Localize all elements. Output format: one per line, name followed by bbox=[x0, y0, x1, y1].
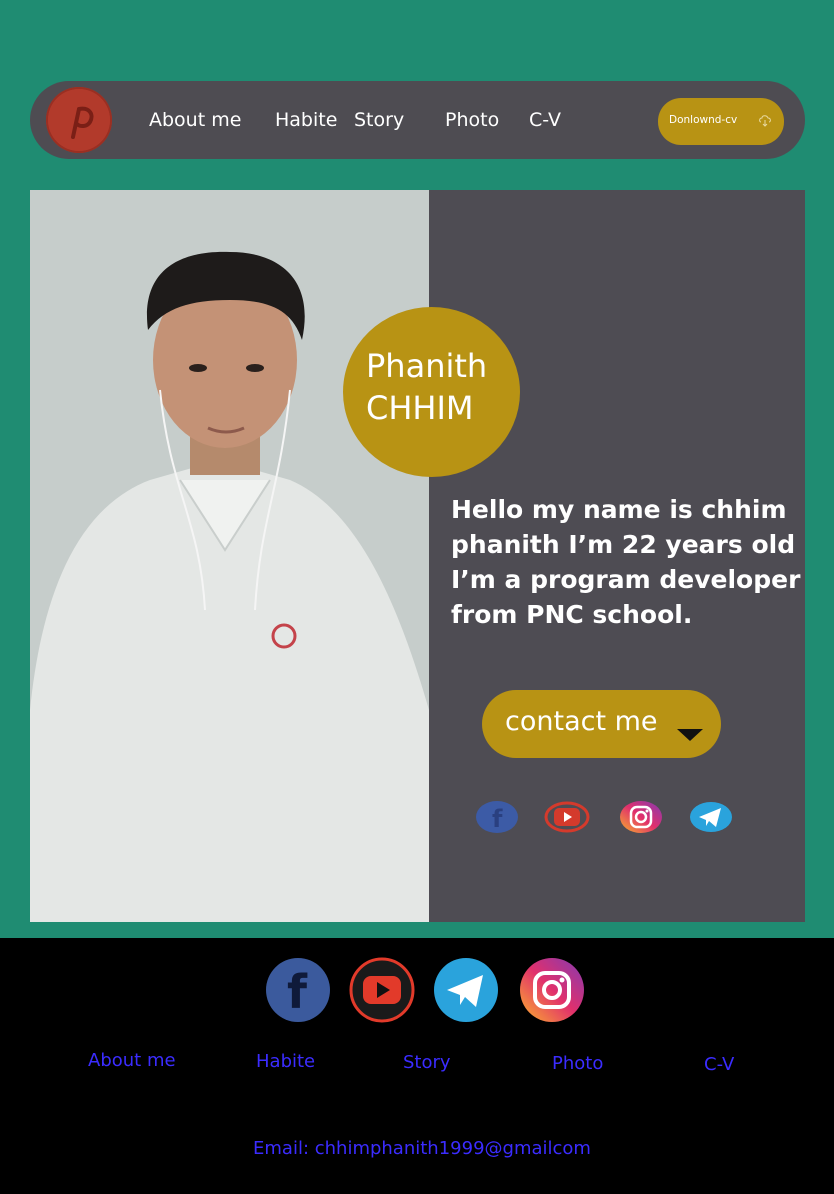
footer-link-photo[interactable]: Photo bbox=[552, 1053, 603, 1074]
download-icon bbox=[759, 115, 771, 127]
svg-text:f: f bbox=[492, 805, 503, 833]
caret-down-icon bbox=[677, 729, 703, 741]
footer-link-habite[interactable]: Habite bbox=[256, 1051, 315, 1072]
portrait-photo bbox=[30, 190, 429, 922]
telegram-icon[interactable] bbox=[433, 957, 499, 1023]
name-badge: Phanith CHHIM bbox=[343, 307, 520, 477]
nav-story[interactable]: Story bbox=[354, 109, 404, 131]
youtube-icon[interactable] bbox=[349, 957, 415, 1023]
facebook-icon[interactable]: f bbox=[265, 957, 331, 1023]
first-name: Phanith bbox=[366, 347, 488, 385]
facebook-icon[interactable]: f bbox=[474, 800, 520, 834]
svg-text:f: f bbox=[287, 965, 308, 1019]
nav-habite[interactable]: Habite bbox=[275, 109, 337, 131]
instagram-icon[interactable] bbox=[519, 957, 585, 1023]
footer-link-story[interactable]: Story bbox=[403, 1052, 451, 1073]
contact-me-button[interactable]: contact me bbox=[482, 690, 721, 758]
contact-me-label: contact me bbox=[505, 706, 658, 737]
last-name: CHHIM bbox=[366, 389, 474, 427]
footer-link-about-me[interactable]: About me bbox=[88, 1050, 176, 1071]
email-text: Email: chhimphanith1999@gmailcom bbox=[253, 1138, 591, 1159]
youtube-icon[interactable] bbox=[544, 800, 590, 834]
nav-about-me[interactable]: About me bbox=[149, 109, 241, 131]
pinterest-icon[interactable] bbox=[46, 87, 112, 153]
download-cv-button[interactable]: Donlownd-cv bbox=[658, 98, 784, 145]
nav-cv[interactable]: C-V bbox=[529, 109, 561, 131]
intro-text: Hello my name is chhim phanith I’m 22 ye… bbox=[451, 495, 801, 629]
telegram-icon[interactable] bbox=[688, 800, 734, 834]
nav-photo[interactable]: Photo bbox=[445, 109, 499, 131]
hero-section: Phanith CHHIM Hello my name is chhim pha… bbox=[30, 190, 805, 922]
navbar: About me Habite Story Photo C-V Donlownd… bbox=[30, 81, 805, 159]
footer: f About me Habite Story Photo C-V Email:… bbox=[0, 938, 834, 1194]
download-cv-label: Donlownd-cv bbox=[669, 114, 738, 126]
footer-link-cv[interactable]: C-V bbox=[704, 1054, 734, 1075]
instagram-icon[interactable] bbox=[618, 800, 664, 834]
